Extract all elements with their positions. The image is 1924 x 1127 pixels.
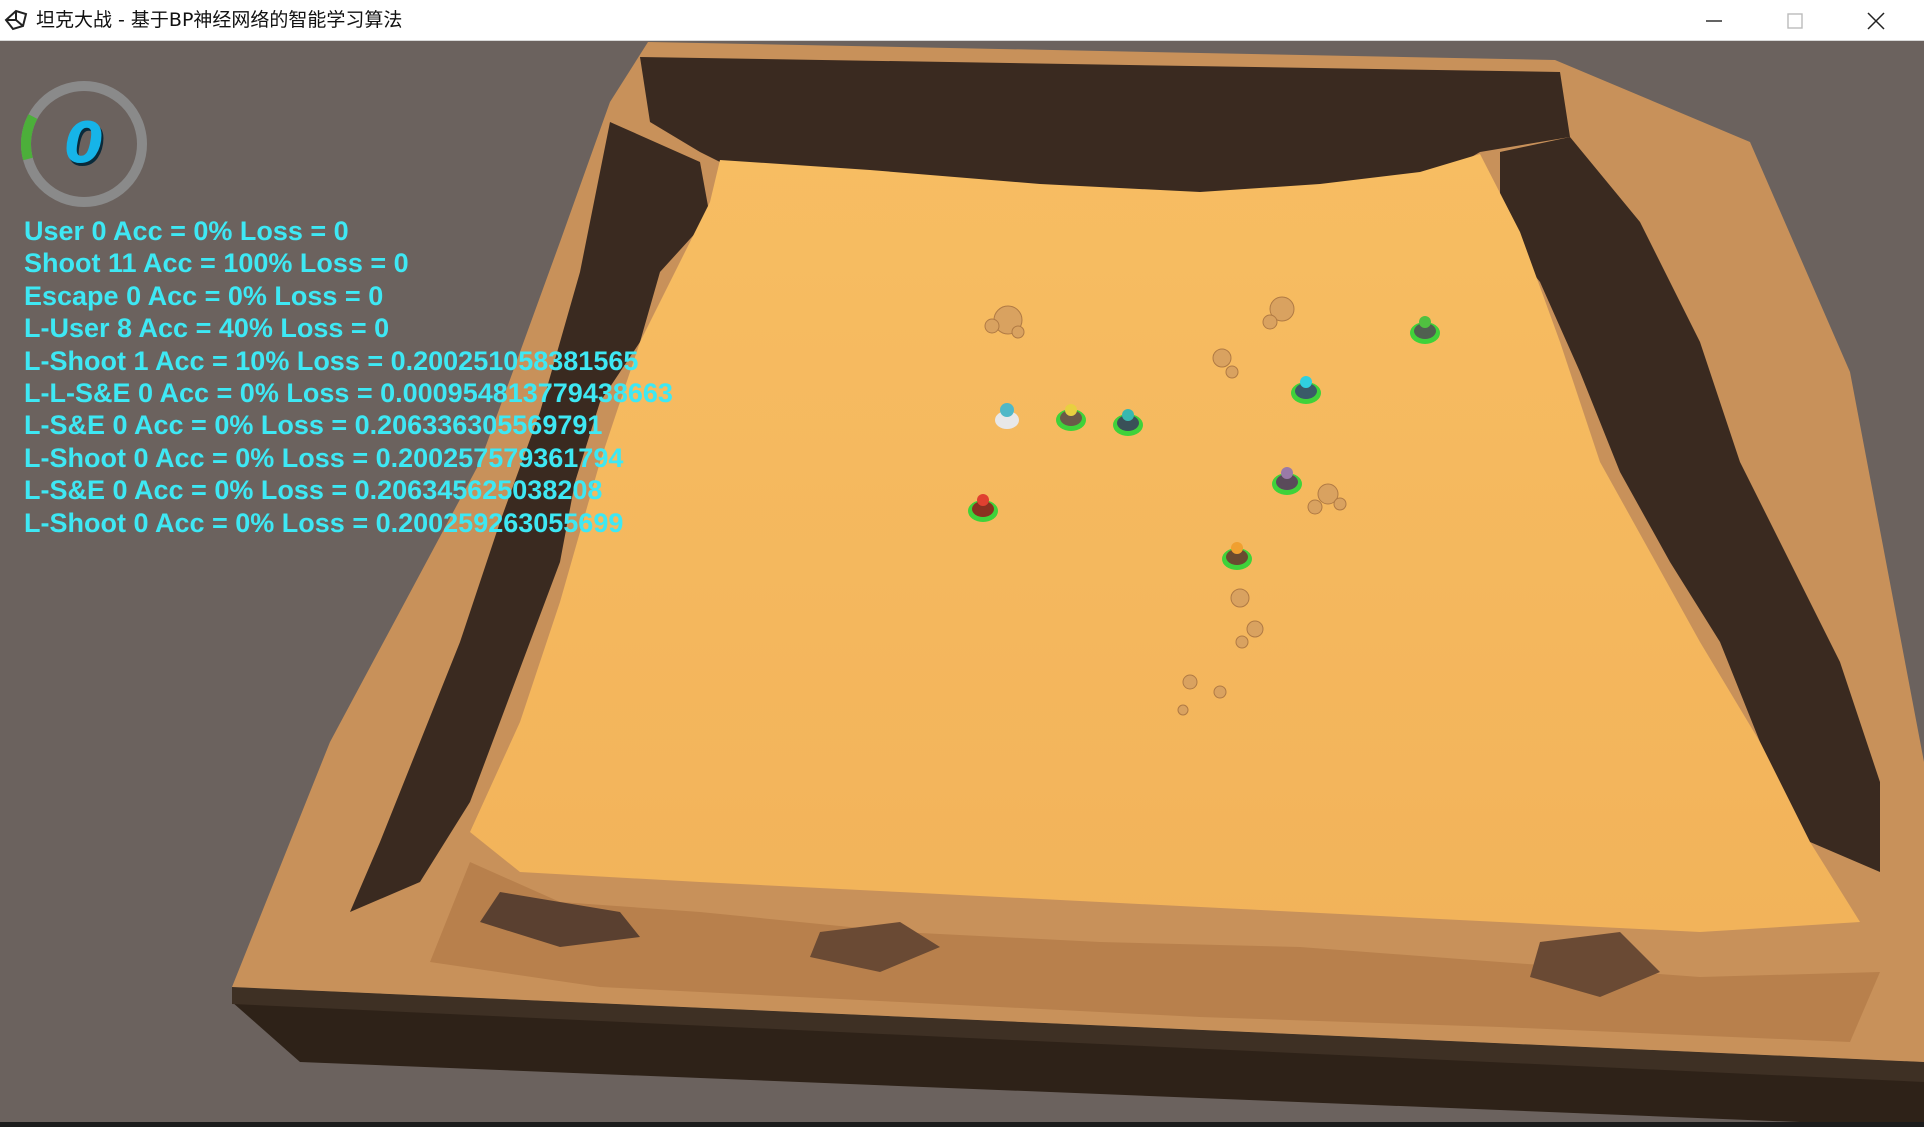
stat-line: Escape 0 Acc = 0% Loss = 0 [24,280,384,311]
minimize-icon [1706,20,1722,22]
stat-line: L-Shoot 1 Acc = 10% Loss = 0.20025105838… [24,345,639,376]
stat-line: L-Shoot 0 Acc = 0% Loss = 0.200259263055… [24,507,624,538]
game-viewport[interactable]: 0 User 0 Acc = 0% Loss = 0 Shoot 11 Acc … [0,42,1924,1127]
stat-line: User 0 Acc = 0% Loss = 0 [24,216,349,246]
title-bar: 坦克大战 - 基于BP神经网络的智能学习算法 [0,0,1924,41]
close-button[interactable] [1836,0,1916,41]
maximize-icon [1787,13,1803,29]
stat-line: L-Shoot 0 Acc = 0% Loss = 0.200257579361… [24,442,624,473]
stat-line: L-S&E 0 Acc = 0% Loss = 0.20634562503820… [24,475,603,506]
score-value: 0 [64,111,104,176]
stat-line: Shoot 11 Acc = 100% Loss = 0 [24,248,409,279]
stat-line: L-S&E 0 Acc = 0% Loss = 0.20633630556979… [24,410,603,441]
stat-line: L-L-S&E 0 Acc = 0% Loss = 0.000954813779… [24,378,673,409]
unity-logo-icon [4,9,28,31]
battle-arena [232,42,1924,1127]
taskbar-edge [0,1122,1924,1127]
window-title: 坦克大战 - 基于BP神经网络的智能学习算法 [36,9,403,31]
training-stats: User 0 Acc = 0% Loss = 0 Shoot 11 Acc = … [24,215,673,539]
maximize-button[interactable] [1755,0,1835,41]
score-gauge: 0 [14,74,154,214]
minimize-button[interactable] [1674,0,1754,41]
stat-line: L-User 8 Acc = 40% Loss = 0 [24,313,390,344]
close-icon [1867,12,1885,30]
